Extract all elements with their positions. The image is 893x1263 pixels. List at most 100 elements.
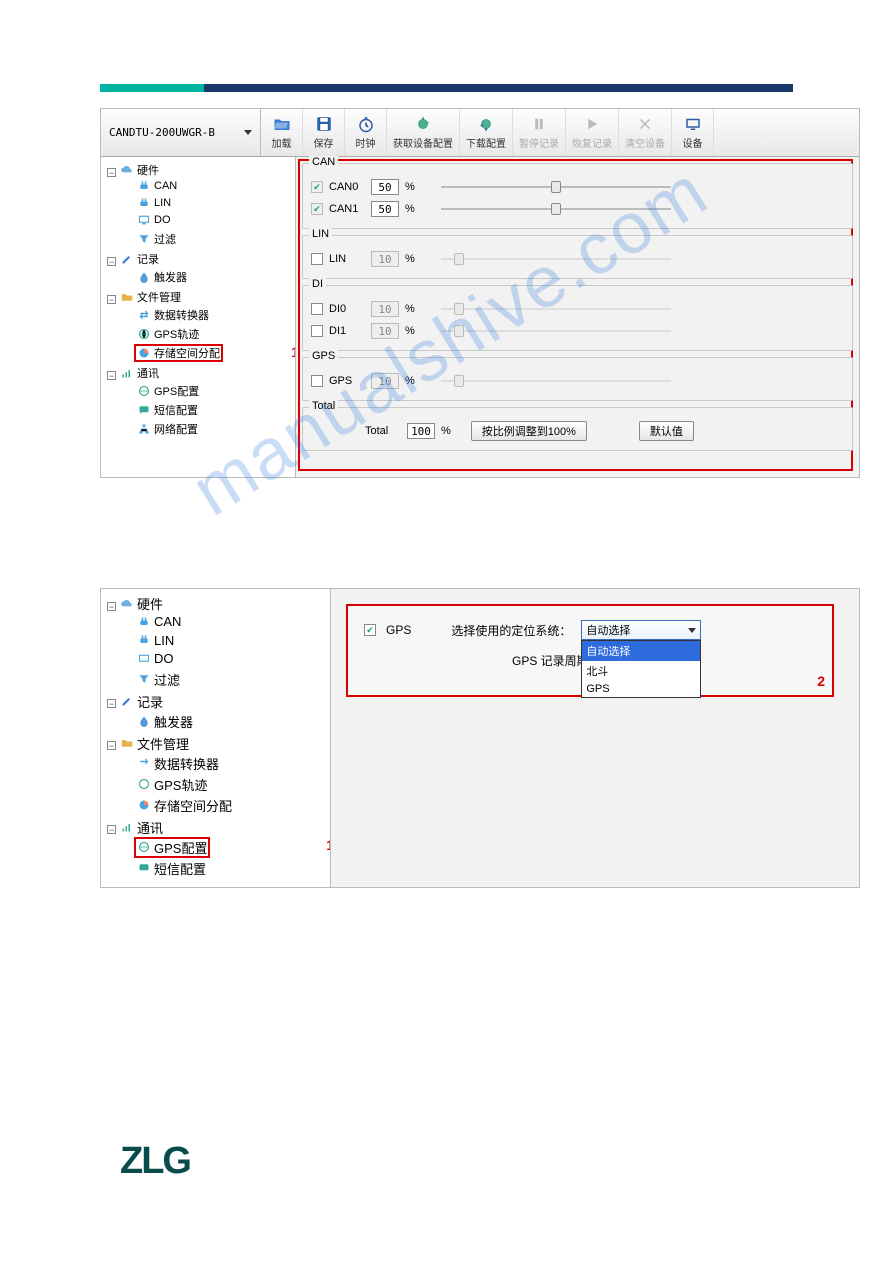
plug-icon [137, 616, 151, 628]
tree-data-converter[interactable]: 数据转换器 [135, 307, 211, 323]
globe-icon [137, 841, 151, 853]
tree2-hardware[interactable]: 硬件 [118, 594, 165, 613]
tree2-can[interactable]: CAN [135, 614, 183, 629]
collapse-icon[interactable]: − [107, 699, 116, 708]
app-window-gps: −硬件 CAN LIN DO 过滤 −记录 触发器 −文件管理 [100, 588, 860, 888]
tree-can[interactable]: CAN [135, 180, 179, 192]
dropdown-option[interactable]: GPS [582, 681, 700, 697]
toolbar-download-config-button[interactable]: 下载配置 [460, 109, 513, 156]
nav-tree-2: −硬件 CAN LIN DO 过滤 −记录 触发器 −文件管理 [101, 589, 331, 887]
drop-icon [137, 271, 151, 283]
tree2-storage-allocation[interactable]: 存储空间分配 [135, 796, 234, 815]
checkbox-di0[interactable] [311, 303, 323, 315]
tree2-do[interactable]: DO [135, 651, 176, 666]
toolbar-pause-button[interactable]: 暂停记录 [513, 109, 566, 156]
toolbar-resume-button[interactable]: 恢复记录 [566, 109, 619, 156]
monitor-icon [137, 653, 151, 665]
tree-filter[interactable]: 过滤 [135, 231, 178, 247]
checkbox-gps-enable[interactable] [364, 624, 376, 636]
tree-record[interactable]: 记录 [118, 251, 161, 267]
gps-enable-label: GPS [386, 623, 411, 637]
tree-do[interactable]: DO [135, 214, 173, 226]
slider-di0 [441, 302, 671, 316]
tree2-data-converter[interactable]: 数据转换器 [135, 754, 221, 773]
slider-can1[interactable] [441, 202, 671, 216]
tree-sms-config[interactable]: 短信配置 [135, 402, 200, 418]
checkbox-lin[interactable] [311, 253, 323, 265]
app-window-storage: CANDTU-200UWGR-B 加载 保存 时钟 获取设备配置 下载配置 暂停… [100, 108, 860, 478]
checkbox-di1[interactable] [311, 325, 323, 337]
tree-comm[interactable]: 通讯 [118, 365, 161, 381]
gps-system-label: 选择使用的定位系统： [451, 622, 571, 639]
toolbar-get-config-button[interactable]: 获取设备配置 [387, 109, 460, 156]
clock-icon [356, 115, 376, 133]
collapse-icon[interactable]: − [107, 825, 116, 834]
upload-config-icon [476, 115, 496, 133]
toolbar-device-button[interactable]: 设备 [672, 109, 714, 156]
nav-tree: −硬件 CAN LIN DO 过滤 −记录 触发器 −文件管理 [101, 157, 296, 477]
slider-can0[interactable] [441, 180, 671, 194]
storage-allocation-panel: 2 CAN CAN050% CAN150% LIN LIN10% DI DI01… [296, 157, 859, 477]
scale-to-100-button[interactable]: 按比例调整到100% [471, 421, 587, 441]
tree2-comm[interactable]: 通讯 [118, 818, 165, 837]
filter-icon [137, 673, 151, 685]
swap-icon [137, 309, 151, 321]
tree-hardware[interactable]: 硬件 [118, 162, 161, 178]
collapse-icon[interactable]: − [107, 371, 116, 380]
tree-network-config[interactable]: 网络配置 [135, 421, 200, 437]
slider-di1 [441, 324, 671, 338]
input-can1-value[interactable]: 50 [371, 201, 399, 217]
group-lin: LIN LIN10% [302, 235, 853, 279]
toolbar-save-button[interactable]: 保存 [303, 109, 345, 156]
checkbox-gps-storage[interactable] [311, 375, 323, 387]
dropdown-option[interactable]: 自动选择 [582, 641, 700, 661]
plug-icon [137, 197, 151, 209]
toolbar-load-button[interactable]: 加载 [261, 109, 303, 156]
collapse-icon[interactable]: − [107, 168, 116, 177]
group-total: Total Total 100 % 按比例调整到100% 默认值 [302, 407, 853, 451]
network-icon [137, 423, 151, 435]
toolbar-clear-button[interactable]: 清空设备 [619, 109, 672, 156]
annotation-2b: 2 [817, 673, 825, 689]
tree-gps-config[interactable]: GPS配置 [135, 383, 201, 399]
tree-file-mgmt[interactable]: 文件管理 [118, 289, 183, 305]
collapse-icon[interactable]: − [107, 257, 116, 266]
gps-system-dropdown[interactable]: 自动选择 自动选择 北斗 GPS [581, 620, 701, 640]
plug-icon [137, 180, 151, 192]
tree-lin[interactable]: LIN [135, 197, 173, 209]
toolbar-clock-button[interactable]: 时钟 [345, 109, 387, 156]
collapse-icon[interactable]: − [107, 602, 116, 611]
tree-storage-allocation[interactable]: 存储空间分配 [135, 345, 222, 361]
download-config-icon [413, 115, 433, 133]
collapse-icon[interactable]: − [107, 295, 116, 304]
tree2-lin[interactable]: LIN [135, 633, 176, 648]
tree-gps-track[interactable]: GPS轨迹 [135, 326, 201, 342]
pencil-icon [120, 695, 134, 707]
tree2-gps-config[interactable]: GPS配置 [135, 838, 209, 857]
pie-chart-icon [137, 799, 151, 811]
tree2-sms-config[interactable]: 短信配置 [135, 859, 208, 878]
toolbar: CANDTU-200UWGR-B 加载 保存 时钟 获取设备配置 下载配置 暂停… [101, 109, 859, 157]
globe-icon [137, 328, 151, 340]
tree2-record[interactable]: 记录 [118, 692, 165, 711]
input-can0-value[interactable]: 50 [371, 179, 399, 195]
footer-logo: ZLG [120, 1140, 190, 1183]
device-icon [683, 115, 703, 133]
tree2-file-mgmt[interactable]: 文件管理 [118, 734, 191, 753]
tree2-gps-track[interactable]: GPS轨迹 [135, 775, 209, 794]
input-di1-value: 10 [371, 323, 399, 339]
group-can: CAN CAN050% CAN150% [302, 163, 853, 229]
signal-icon [120, 367, 134, 379]
group-di: DI DI010% DI110% [302, 285, 853, 351]
collapse-icon[interactable]: − [107, 741, 116, 750]
default-value-button[interactable]: 默认值 [639, 421, 694, 441]
device-dropdown[interactable]: CANDTU-200UWGR-B [101, 109, 261, 156]
input-gps-value: 10 [371, 373, 399, 389]
tree-trigger[interactable]: 触发器 [135, 269, 189, 285]
tree2-trigger[interactable]: 触发器 [135, 712, 195, 731]
cloud-icon [120, 598, 134, 610]
dropdown-option[interactable]: 北斗 [582, 661, 700, 681]
tree2-filter[interactable]: 过滤 [135, 670, 182, 689]
chevron-down-icon [688, 628, 696, 633]
device-model-label: CANDTU-200UWGR-B [109, 126, 215, 139]
